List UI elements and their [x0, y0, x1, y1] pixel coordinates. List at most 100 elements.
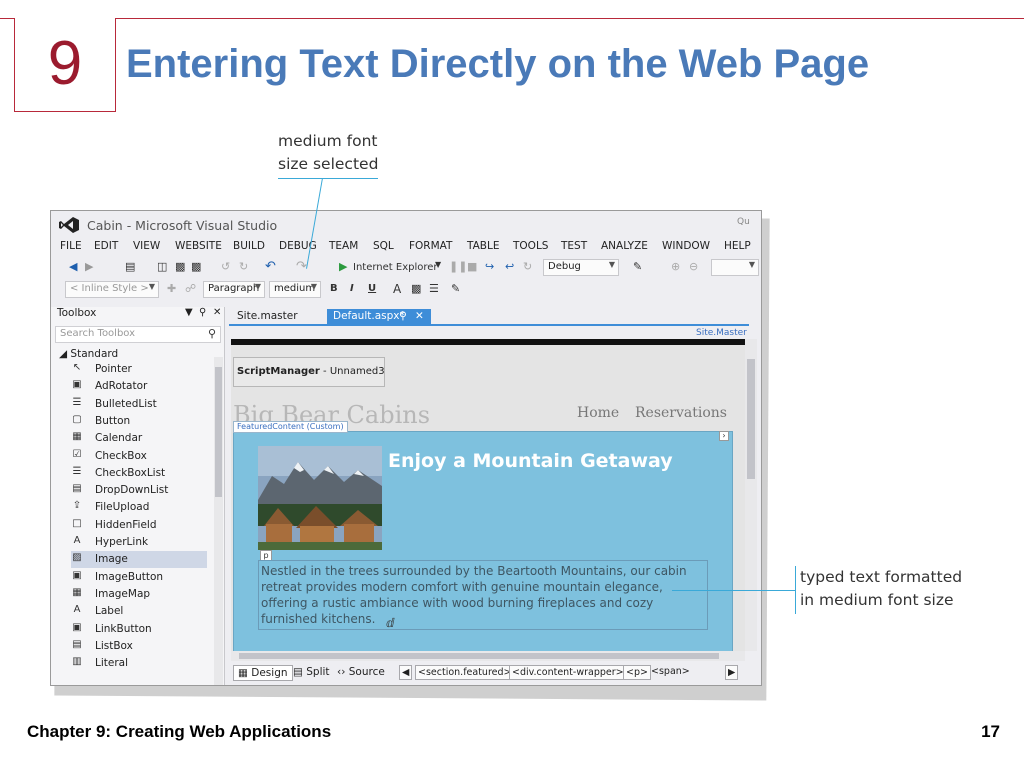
- toolbox-item-adrotator[interactable]: ▣ AdRotator: [71, 378, 207, 395]
- design-surface[interactable]: ScriptManager - Unnamed3 Big Bear Cabins…: [231, 339, 745, 651]
- typed-paragraph[interactable]: Nestled in the trees surrounded by the B…: [258, 560, 708, 630]
- editor-vertical-scrollbar[interactable]: [745, 339, 757, 651]
- pause-icon[interactable]: ❚❚: [449, 260, 467, 273]
- editor-horizontal-scrollbar[interactable]: [231, 651, 745, 661]
- attach-style-icon[interactable]: ☍: [185, 282, 196, 295]
- smart-tag-arrow-icon[interactable]: ›: [719, 431, 729, 441]
- toolbox-item-listbox[interactable]: ▤ ListBox: [71, 638, 207, 655]
- menu-file[interactable]: FILE: [60, 240, 82, 252]
- italic-button[interactable]: I: [350, 283, 354, 294]
- toolbox-item-literal[interactable]: ▥ Literal: [71, 655, 207, 672]
- save-all-icon[interactable]: ▩: [191, 260, 201, 273]
- crumb-section[interactable]: <section.featured>: [415, 665, 515, 680]
- pin-icon[interactable]: ⚲: [399, 310, 407, 322]
- toolbox-item-dropdownlist[interactable]: ▤ DropDownList: [71, 482, 207, 499]
- crumb-prev-icon[interactable]: ◀: [399, 665, 413, 680]
- menu-team[interactable]: TEAM: [329, 240, 358, 252]
- bold-button[interactable]: B: [330, 283, 338, 294]
- underline-button[interactable]: U: [368, 283, 376, 294]
- crumb-next-icon[interactable]: ▶: [725, 665, 739, 680]
- browser-selector[interactable]: Internet Explorer: [353, 262, 438, 273]
- toolbox-item-checkboxlist[interactable]: ☰ CheckBoxList: [71, 465, 207, 482]
- nav-home[interactable]: Home: [577, 405, 619, 421]
- block-format-dropdown[interactable]: Paragraph ▼: [203, 281, 265, 298]
- font-color-button[interactable]: A: [393, 282, 401, 296]
- find-icon[interactable]: ✎: [633, 260, 642, 273]
- step-into-icon[interactable]: ↩: [505, 260, 514, 273]
- quick-launch[interactable]: Qu: [737, 217, 750, 227]
- highlight-icon[interactable]: ▩: [411, 282, 421, 295]
- search-icon[interactable]: ⚲: [208, 327, 216, 340]
- toolbox-item-linkbutton[interactable]: ▣ LinkButton: [71, 621, 207, 638]
- menu-format[interactable]: FORMAT: [409, 240, 452, 252]
- toolbox-search-input[interactable]: Search Toolbox ⚲: [55, 326, 221, 343]
- close-icon[interactable]: ✕: [213, 307, 221, 318]
- copy-icon[interactable]: ↻: [239, 260, 248, 273]
- script-manager-control[interactable]: ScriptManager - Unnamed3: [233, 357, 385, 387]
- menu-table[interactable]: TABLE: [467, 240, 499, 252]
- toolbox-item-image[interactable]: ▨ Image: [71, 551, 207, 569]
- open-icon[interactable]: ◫: [157, 260, 167, 273]
- menu-analyze[interactable]: ANALYZE: [601, 240, 648, 252]
- tab-site-master[interactable]: Site.master: [231, 309, 304, 325]
- toolbox-item-bulletedlist[interactable]: ☰ BulletedList: [71, 396, 207, 413]
- save-icon[interactable]: ▩: [175, 260, 185, 273]
- toolbox-item-imagemap[interactable]: ▦ ImageMap: [71, 586, 207, 603]
- new-style-icon[interactable]: ✚: [167, 282, 176, 295]
- cabin-photo[interactable]: [258, 446, 382, 550]
- menu-sql[interactable]: SQL: [373, 240, 394, 252]
- menu-test[interactable]: TEST: [561, 240, 587, 252]
- view-source-button[interactable]: ‹› Source: [333, 665, 389, 681]
- font-size-dropdown[interactable]: medium ▼: [269, 281, 321, 298]
- close-icon[interactable]: ✕: [415, 310, 424, 322]
- crumb-p[interactable]: <p>: [623, 665, 651, 680]
- toolbox-item-hyperlink[interactable]: A HyperLink: [71, 534, 207, 551]
- menu-website[interactable]: WEBSITE: [175, 240, 222, 252]
- stop-icon[interactable]: ■: [467, 260, 477, 273]
- menu-window[interactable]: WINDOW: [662, 240, 710, 252]
- site-master-link[interactable]: Site.Master: [696, 328, 747, 338]
- cut-icon[interactable]: ↺: [221, 260, 230, 273]
- toolbox-item-imagebutton[interactable]: ▣ ImageButton: [71, 569, 207, 586]
- menu-build[interactable]: BUILD: [233, 240, 265, 252]
- zoom-dropdown[interactable]: ▼: [711, 259, 759, 276]
- pin-icon[interactable]: ⚲: [199, 307, 206, 318]
- toolbox-item-calendar[interactable]: ▦ Calendar: [71, 430, 207, 447]
- toolbox-item-pointer[interactable]: ↖ Pointer: [71, 361, 207, 378]
- tab-default-aspx[interactable]: Default.aspx* ⚲ ✕: [327, 309, 431, 325]
- toolbox-scroll-thumb[interactable]: [215, 367, 222, 497]
- featured-section[interactable]: p Enjoy a Mountain Getaway Nestled in th…: [233, 431, 733, 651]
- chevron-down-icon[interactable]: ▼: [185, 307, 193, 318]
- chevron-down-icon[interactable]: ▼: [435, 260, 441, 269]
- view-design-button[interactable]: ▦ Design: [233, 665, 293, 681]
- config-dropdown[interactable]: Debug ▼: [543, 259, 619, 276]
- toolbox-item-button[interactable]: ▢ Button: [71, 413, 207, 430]
- zoom-in-icon[interactable]: ⊕: [671, 260, 680, 273]
- toolbox-item-label[interactable]: A Label: [71, 603, 207, 620]
- new-project-icon[interactable]: ▤: [125, 260, 135, 273]
- insert-icon[interactable]: ✎: [451, 282, 460, 295]
- style-dropdown[interactable]: < Inline Style > ▼: [65, 281, 159, 298]
- menu-edit[interactable]: EDIT: [94, 240, 118, 252]
- toolbox-item-checkbox[interactable]: ☑ CheckBox: [71, 448, 207, 465]
- crumb-div[interactable]: <div.content-wrapper>: [509, 665, 627, 680]
- start-debug-icon[interactable]: ▶: [339, 260, 347, 273]
- toolbox-group-standard[interactable]: ◢ Standard: [59, 348, 118, 360]
- refresh-icon[interactable]: ↻: [523, 260, 532, 273]
- undo-icon[interactable]: ↶: [265, 259, 276, 274]
- forward-icon[interactable]: ▶: [85, 260, 93, 273]
- menu-tools[interactable]: TOOLS: [513, 240, 548, 252]
- toolbox-scrollbar[interactable]: [214, 357, 223, 685]
- toolbox-item-fileupload[interactable]: ⇪ FileUpload: [71, 499, 207, 516]
- back-icon[interactable]: ◀: [69, 260, 77, 273]
- nav-reservations[interactable]: Reservations: [635, 405, 727, 421]
- step-over-icon[interactable]: ↪: [485, 260, 494, 273]
- toolbox-item-hiddenfield[interactable]: □ HiddenField: [71, 517, 207, 534]
- menu-view[interactable]: VIEW: [133, 240, 160, 252]
- crumb-span[interactable]: <span>: [649, 665, 692, 680]
- editor-scroll-thumb[interactable]: [747, 359, 755, 479]
- zoom-out-icon[interactable]: ⊖: [689, 260, 698, 273]
- view-split-button[interactable]: ▤ Split: [289, 665, 334, 681]
- align-left-icon[interactable]: ☰: [429, 282, 439, 295]
- editor-hscroll-thumb[interactable]: [239, 653, 719, 659]
